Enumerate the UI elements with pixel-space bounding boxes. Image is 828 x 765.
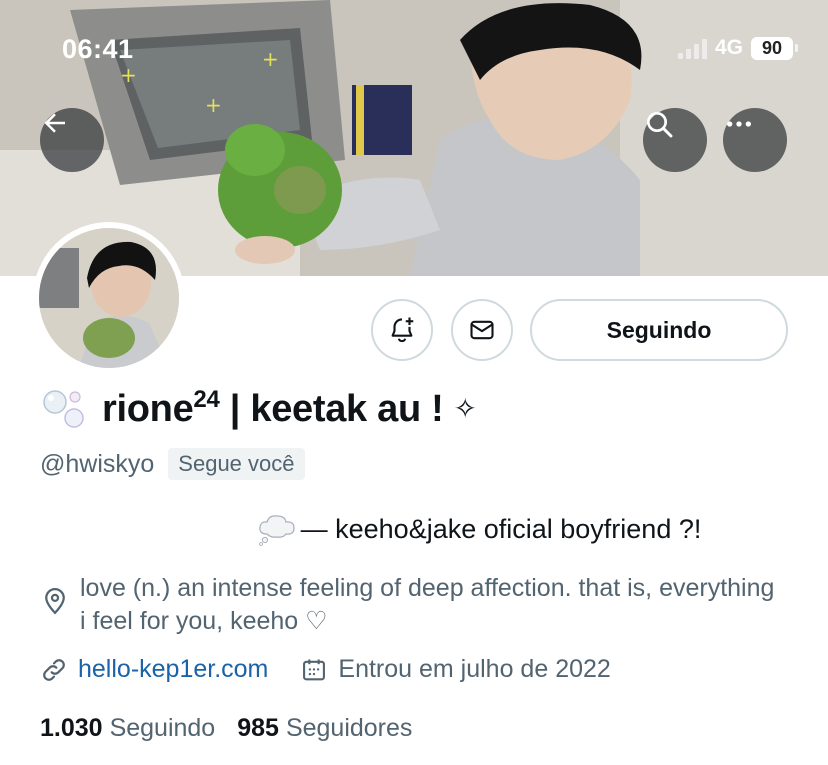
search-button[interactable]: [643, 108, 707, 172]
followers-stat[interactable]: 985 Seguidores: [237, 714, 434, 743]
status-indicators: 4G 90: [677, 36, 798, 60]
following-stat[interactable]: 1.030 Seguindo: [40, 714, 237, 743]
sparkle-icon: ✧: [453, 392, 477, 424]
following-button[interactable]: Seguindo: [530, 299, 788, 361]
follows-you-badge: Segue você: [168, 448, 305, 480]
joined-date: Entrou em julho de 2022: [338, 655, 611, 683]
followers-label: Seguidores: [285, 714, 413, 742]
battery-icon: 90: [751, 36, 798, 60]
notify-button[interactable]: [371, 299, 433, 361]
thought-balloon-icon: [258, 515, 295, 546]
link-icon: [43, 658, 65, 681]
profile-meta: hello-kep1er.com Entrou em julho de 2022: [40, 655, 611, 684]
calendar-icon: [303, 659, 326, 680]
follow-stats: 1.030 Seguindo 985 Seguidores: [40, 714, 434, 743]
message-button[interactable]: [451, 299, 513, 361]
location-pin-icon: [45, 587, 65, 615]
more-button[interactable]: [723, 108, 787, 172]
arrow-left-icon: [44, 113, 65, 133]
back-button[interactable]: [40, 108, 104, 172]
bio-text: — keeho&jake oficial boyfriend ?!: [300, 513, 702, 544]
display-name: rione24 | keetak au !: [102, 385, 444, 430]
svg-text:+: +: [205, 93, 222, 117]
following-label: Seguindo: [109, 714, 216, 742]
profile-location: love (n.) an intense feeling of deep aff…: [40, 572, 780, 638]
status-time: 06:41: [62, 34, 134, 64]
signal-icon: [677, 37, 707, 59]
following-count: 1.030: [40, 714, 103, 742]
profile-bio: — keeho&jake oficial boyfriend ?!: [0, 512, 828, 546]
mail-icon: [470, 320, 494, 340]
svg-text:+: +: [120, 63, 137, 87]
profile-website-link[interactable]: hello-kep1er.com: [78, 655, 268, 684]
location-text: love (n.) an intense feeling of deep aff…: [80, 574, 775, 635]
display-name-row: rione24 | keetak au ! ✧: [40, 384, 477, 432]
bubbles-icon: [43, 390, 84, 428]
more-horizontal-icon: [727, 121, 751, 127]
bell-plus-icon: [391, 317, 414, 343]
handle-row: @hwiskyo Segue você: [40, 448, 305, 480]
battery-level: 90: [751, 36, 793, 60]
avatar-image: [39, 228, 179, 368]
svg-text:+: +: [262, 47, 279, 71]
avatar[interactable]: [33, 222, 185, 374]
followers-count: 985: [237, 714, 279, 742]
network-type: 4G: [714, 36, 743, 59]
search-icon: [647, 112, 673, 138]
username-handle: @hwiskyo: [40, 449, 155, 478]
